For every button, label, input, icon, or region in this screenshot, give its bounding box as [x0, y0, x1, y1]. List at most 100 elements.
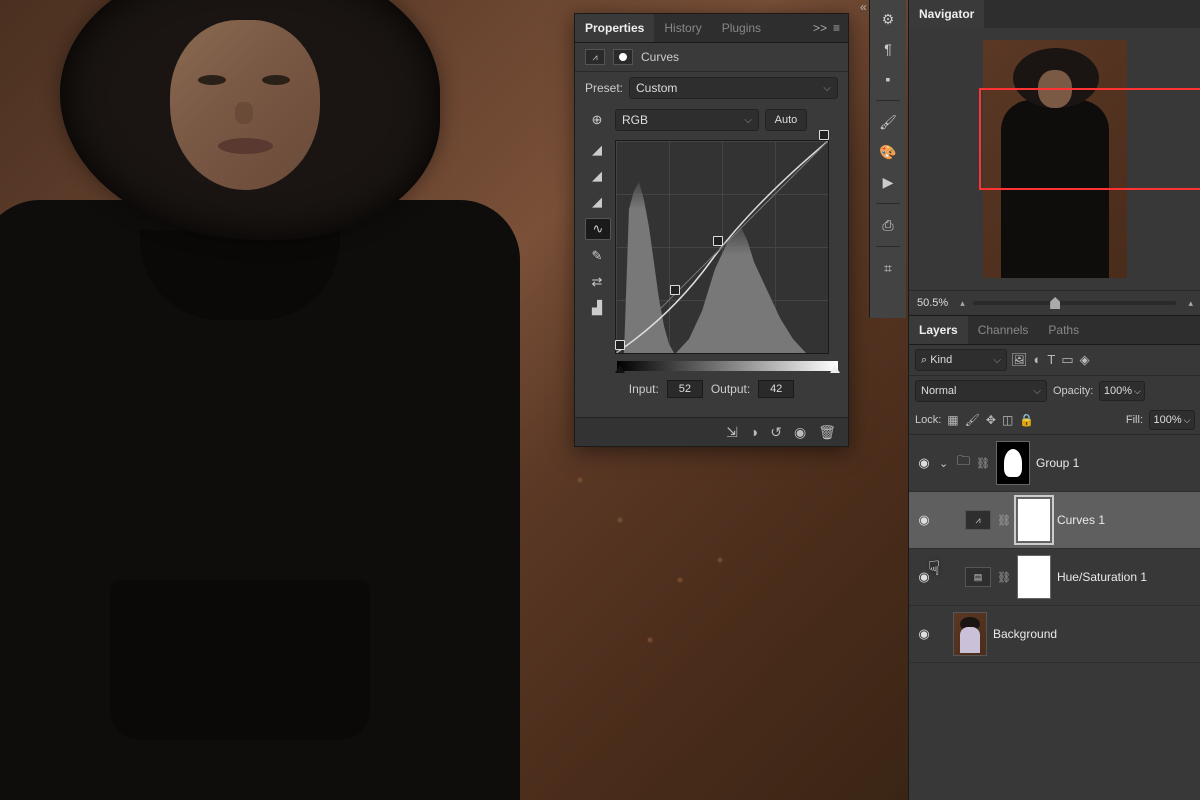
tone-curve-line[interactable] — [616, 141, 828, 353]
black-point-handle[interactable] — [615, 365, 625, 373]
eyedropper-white-icon[interactable]: ◢ — [585, 192, 609, 212]
tab-properties[interactable]: Properties — [575, 14, 654, 42]
tab-channels[interactable]: Channels — [968, 316, 1039, 344]
tab-paths[interactable]: Paths — [1038, 316, 1089, 344]
clone-source-panel-icon[interactable]: ⎙ — [877, 214, 899, 236]
curves-adj-thumbnail[interactable]: ⩘ — [965, 510, 991, 530]
photo-subject — [0, 0, 500, 800]
layer-row-huesat[interactable]: ◉ ▤ ⛓ Hue/Saturation 1 — [909, 549, 1200, 606]
opacity-field[interactable]: 100%⌵ — [1099, 381, 1145, 401]
layer-list: ◉ ⌄ 🗀 ⛓ Group 1 ◉ ⩘ ⛓ Curves 1 ◉ ▤ ⛓ — [909, 435, 1200, 800]
black-white-gradient-slider[interactable] — [617, 361, 838, 371]
navigator-panel: Navigator 50.5% ▴ ▴ — [909, 0, 1200, 315]
visibility-toggle-icon[interactable]: ◉ — [915, 626, 933, 642]
layer-row-group[interactable]: ◉ ⌄ 🗀 ⛓ Group 1 — [909, 435, 1200, 492]
layer-name[interactable]: Background — [993, 627, 1057, 641]
opacity-label: Opacity: — [1053, 385, 1093, 397]
brush-panel-icon[interactable]: 🖌 — [877, 111, 899, 133]
layer-name[interactable]: Group 1 — [1036, 456, 1079, 470]
lock-position-icon[interactable]: ✥ — [986, 413, 996, 427]
subject-face — [170, 20, 320, 190]
eyedropper-gray-icon[interactable]: ◢ — [585, 166, 609, 186]
color-panel-icon[interactable]: 🎨 — [877, 141, 899, 163]
lock-label: Lock: — [915, 414, 941, 426]
lock-image-icon[interactable]: 🖌 — [965, 413, 980, 427]
paragraph-panel-icon[interactable]: ¶ — [877, 38, 899, 60]
right-panel-column: Navigator 50.5% ▴ ▴ Layers Channels Path… — [908, 0, 1200, 800]
background-thumbnail[interactable] — [953, 612, 987, 656]
dock-divider — [876, 203, 900, 204]
zoom-slider-handle[interactable] — [1050, 297, 1060, 309]
collapse-panel-button[interactable]: >> — [813, 21, 827, 35]
targeted-adjustment-icon[interactable]: ⊕ — [585, 110, 609, 130]
blend-mode-select[interactable]: Normal — [915, 380, 1047, 402]
curve-point-tool-icon[interactable]: ∿ — [585, 218, 611, 240]
smooth-curve-icon[interactable]: ⇄ — [585, 272, 609, 292]
filter-kind-select[interactable]: ⌕ Kind — [915, 349, 1007, 371]
mask-link-icon[interactable]: ⛓ — [976, 457, 990, 470]
zoom-in-icon[interactable]: ▴ — [1188, 298, 1193, 309]
filter-smart-icon[interactable]: ◈ — [1080, 352, 1090, 368]
zoom-out-icon[interactable]: ▴ — [960, 298, 965, 309]
properties-panel: Properties History Plugins >> ≡ ⩘ Curves… — [574, 13, 849, 447]
toggle-visibility-icon[interactable]: ◉ — [794, 424, 806, 441]
mask-link-icon[interactable]: ⛓ — [997, 514, 1011, 527]
tab-navigator[interactable]: Navigator — [909, 0, 984, 28]
output-value-field[interactable]: 42 — [758, 380, 794, 398]
zoom-value-field[interactable]: 50.5% — [917, 297, 948, 309]
group-disclosure-icon[interactable]: ⌄ — [939, 457, 951, 470]
subject-hoodie — [0, 200, 520, 800]
channel-select[interactable]: RGB — [615, 109, 759, 131]
mask-indicator-icon[interactable] — [613, 49, 633, 65]
auto-button[interactable]: Auto — [765, 109, 807, 131]
tab-plugins[interactable]: Plugins — [712, 14, 771, 42]
mask-mode-toggle-icon[interactable]: ◑ — [750, 424, 758, 440]
visibility-toggle-icon[interactable]: ◉ — [915, 455, 933, 471]
layer-name[interactable]: Hue/Saturation 1 — [1057, 570, 1147, 584]
pencil-curve-tool-icon[interactable]: ✎ — [585, 246, 609, 266]
layer-row-curves[interactable]: ◉ ⩘ ⛓ Curves 1 — [909, 492, 1200, 549]
filter-image-icon[interactable]: 🖼 — [1011, 352, 1028, 368]
tab-history[interactable]: History — [654, 14, 711, 42]
visibility-toggle-icon[interactable]: ◉ — [915, 512, 933, 528]
adjustments-panel-icon[interactable]: ⚙ — [877, 8, 899, 30]
eyedropper-black-icon[interactable]: ◢ — [585, 140, 609, 160]
lock-transparency-icon[interactable]: ▦ — [947, 413, 958, 427]
reset-adjustment-icon[interactable]: ↺ — [770, 424, 782, 441]
layer-mask-thumbnail[interactable] — [1017, 498, 1051, 542]
lock-all-icon[interactable]: 🔒 — [1019, 413, 1034, 427]
filter-adjustment-icon[interactable]: ◐ — [1034, 352, 1042, 368]
white-point-handle[interactable] — [830, 365, 840, 373]
clip-to-layer-icon[interactable]: ⇲ — [726, 424, 738, 441]
filter-shape-icon[interactable]: ▭ — [1061, 352, 1073, 368]
group-mask-thumbnail[interactable] — [996, 441, 1030, 485]
navigator-preview[interactable] — [909, 28, 1200, 290]
adjustment-name: Curves — [641, 50, 679, 64]
layer-row-background[interactable]: ◉ Background — [909, 606, 1200, 663]
panel-menu-icon[interactable]: ≡ — [833, 21, 840, 35]
actions-panel-icon[interactable]: ▶ — [877, 171, 899, 193]
mask-link-icon[interactable]: ⛓ — [997, 571, 1011, 584]
tab-layers[interactable]: Layers — [909, 316, 968, 344]
layers-panel: Layers Channels Paths ⌕ Kind 🖼 ◐ T ▭ ◈ N… — [909, 315, 1200, 800]
huesat-adj-thumbnail[interactable]: ▤ — [965, 567, 991, 587]
dock-divider — [876, 246, 900, 247]
layer-name[interactable]: Curves 1 — [1057, 513, 1105, 527]
layer-mask-thumbnail[interactable] — [1017, 555, 1051, 599]
adjustment-header: ⩘ Curves — [575, 43, 848, 72]
preset-select[interactable]: Custom — [629, 77, 838, 99]
filter-type-icon[interactable]: T — [1047, 352, 1055, 368]
curves-graph[interactable] — [615, 140, 829, 354]
glyphs-panel-icon[interactable]: ⌗ — [877, 257, 899, 279]
curve-options-icon[interactable]: ▟ — [585, 298, 609, 318]
navigator-zoom-bar: 50.5% ▴ ▴ — [909, 290, 1200, 315]
dock-divider — [876, 100, 900, 101]
fill-field[interactable]: 100%⌵ — [1149, 410, 1195, 430]
input-value-field[interactable]: 52 — [667, 380, 703, 398]
swatches-panel-icon[interactable]: ▪ — [877, 68, 899, 90]
trash-icon[interactable]: 🗑 — [818, 424, 836, 441]
navigator-thumbnail — [983, 40, 1127, 278]
zoom-slider[interactable] — [973, 301, 1177, 305]
lock-artboard-icon[interactable]: ◫ — [1002, 413, 1013, 427]
layer-filter-bar: ⌕ Kind 🖼 ◐ T ▭ ◈ — [909, 345, 1200, 376]
